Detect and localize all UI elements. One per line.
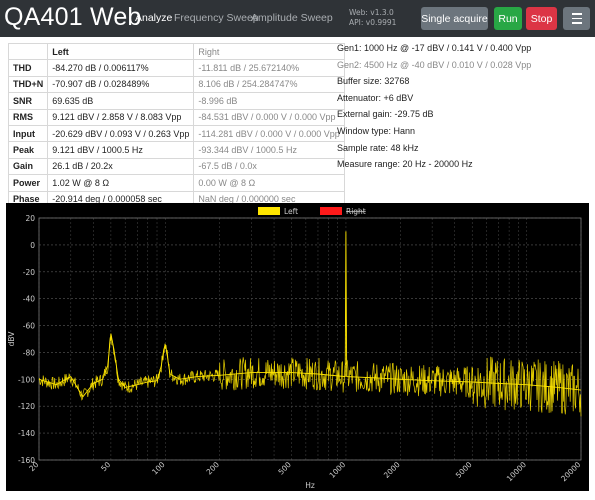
left-value: 9.121 dBV / 2.858 V / 8.083 Vpp [47, 108, 195, 126]
x-tick-label: 5000 [454, 460, 474, 480]
info-line: Window type: Hann [337, 126, 416, 136]
row-label: THD+N [7, 75, 49, 94]
row-label: Power [7, 174, 49, 192]
nav-frequency-sweep[interactable]: Frequency Sweep [174, 12, 259, 24]
x-tick-label: 50 [99, 460, 112, 473]
row-label: RMS [7, 108, 49, 126]
x-tick-label: 20000 [559, 460, 582, 483]
table-row: RMS 9.121 dBV / 2.858 V / 8.083 Vpp -84.53… [7, 108, 345, 126]
right-value: 0.00 W @ 8 Ω [193, 174, 345, 192]
table-header-left: Left [47, 42, 195, 61]
fft-chart: 20 0 -20 -40 -60 -80 -100 -120 -140 -160 20 50 100 20… [6, 203, 589, 491]
api-version: API: v0.9991 [349, 18, 397, 27]
y-tick-label: 20 [25, 214, 35, 223]
info-line: Sample rate: 48 kHz [337, 142, 419, 153]
x-axis-label: Hz [305, 481, 315, 490]
x-tick-label: 500 [276, 460, 293, 477]
y-tick-label: 0 [30, 241, 35, 250]
table-header-row: Left Right [7, 42, 345, 61]
y-axis-label: dBV [7, 331, 16, 347]
left-value: 26.1 dB / 20.2x [47, 157, 195, 176]
info-line: Gen1: 1000 Hz @ -17 dBV / 0.141 V / 0.40… [337, 43, 532, 53]
right-value: -67.5 dB / 0.0x [193, 157, 345, 176]
table-row: THD -84.270 dB / 0.006117% -11.811 dB / 25… [7, 59, 345, 77]
x-tick-label: 200 [205, 460, 222, 477]
right-value: -8.996 dB [193, 92, 345, 110]
right-value: -114.281 dBV / 0.000 V / 0.000 Vpp [193, 124, 345, 143]
table-row: THD+N -70.907 dB / 0.028489% 8.106 dB / 25… [7, 75, 345, 94]
y-tick-label: -140 [18, 429, 35, 438]
stop-button[interactable]: Stop [526, 7, 557, 30]
left-value: 9.121 dBV / 1000.5 Hz [47, 141, 195, 159]
left-value: 1.02 W @ 8 Ω [47, 174, 195, 192]
table-header-right: Right [193, 42, 345, 61]
left-value: -84.270 dB / 0.006117% [47, 59, 195, 77]
right-value: 8.106 dB / 254.284747% [193, 75, 345, 94]
left-value: -70.907 dB / 0.028489% [47, 75, 195, 94]
y-tick-label: -100 [18, 375, 35, 384]
right-value: -84.531 dBV / 0.000 V / 0.000 Vpp [193, 108, 345, 126]
nav-analyze[interactable]: Analyze [135, 12, 172, 24]
web-version: Web: v1.3.0 [349, 8, 394, 17]
app-title: QA401 Web [4, 3, 142, 31]
right-value: -11.811 dB / 25.672140% [193, 59, 345, 77]
y-tick-label: -40 [23, 295, 35, 304]
legend-label: Left [284, 207, 298, 216]
info-line: Measure range: 20 Hz - 20000 Hz [337, 159, 473, 170]
nav-amplitude-sweep[interactable]: Amplitude Sweep [251, 12, 333, 24]
legend-swatch [258, 207, 280, 215]
left-value: -20.629 dBV / 0.093 V / 0.263 Vpp [47, 124, 195, 143]
table-header-blank [7, 42, 49, 61]
results-table: Left Right THD -84.270 dB / 0.006117% -11.… [7, 42, 345, 208]
plot-frame [38, 217, 582, 461]
table-row: SNR 69.635 dB -8.996 dB [7, 92, 345, 110]
info-line: External gain: -29.75 dB [337, 109, 434, 120]
y-tick-label: -80 [23, 348, 35, 357]
row-label: THD [7, 59, 49, 77]
row-label: SNR [7, 92, 49, 110]
x-tick-label: 10000 [505, 460, 528, 483]
row-label: Gain [7, 157, 49, 176]
table-row: Peak 9.121 dBV / 1000.5 Hz -93.344 dBV / 1… [7, 141, 345, 159]
legend-swatch [320, 207, 342, 215]
left-noise-trace [38, 335, 582, 417]
single-acquire-button[interactable]: Single acquire [421, 7, 488, 30]
navbar: QA401 Web Analyze Frequency Sweep Amplit… [0, 0, 595, 37]
fft-plot: 200-20-40-60-80-100-120-140-16020 50 100 20… [7, 207, 583, 490]
left-value: 69.635 dB [47, 92, 195, 110]
row-label: Peak [7, 141, 49, 159]
run-button[interactable]: Run [494, 7, 522, 30]
y-tick-label: -120 [18, 402, 35, 411]
x-tick-label: 100 [150, 460, 167, 477]
table-row: Gain 26.1 dB / 20.2x -67.5 dB / 0.0x [7, 157, 345, 176]
row-label: Input [7, 124, 49, 143]
hamburger-icon[interactable] [563, 7, 590, 30]
info-line: Buffer size: 32768 [337, 76, 410, 87]
x-tick-label: 2000 [382, 460, 402, 480]
table-row: Power 1.02 W @ 8 Ω 0.00 W @ 8 Ω [7, 174, 345, 192]
info-line: Gen2: 4500 Hz @ -40 dBV / 0.010 V / 0.02… [337, 59, 532, 70]
y-tick-label: -60 [23, 322, 35, 331]
table-row: Input -20.629 dBV / 0.093 V / 0.263 Vpp -1… [7, 124, 345, 143]
legend-label: Right [346, 207, 366, 216]
right-value: -93.344 dBV / 1000.5 Hz [193, 141, 345, 159]
x-tick-label: 1000 [327, 460, 347, 480]
info-line: Attenuator: +6 dBV [337, 92, 414, 103]
y-tick-label: -20 [23, 268, 35, 277]
